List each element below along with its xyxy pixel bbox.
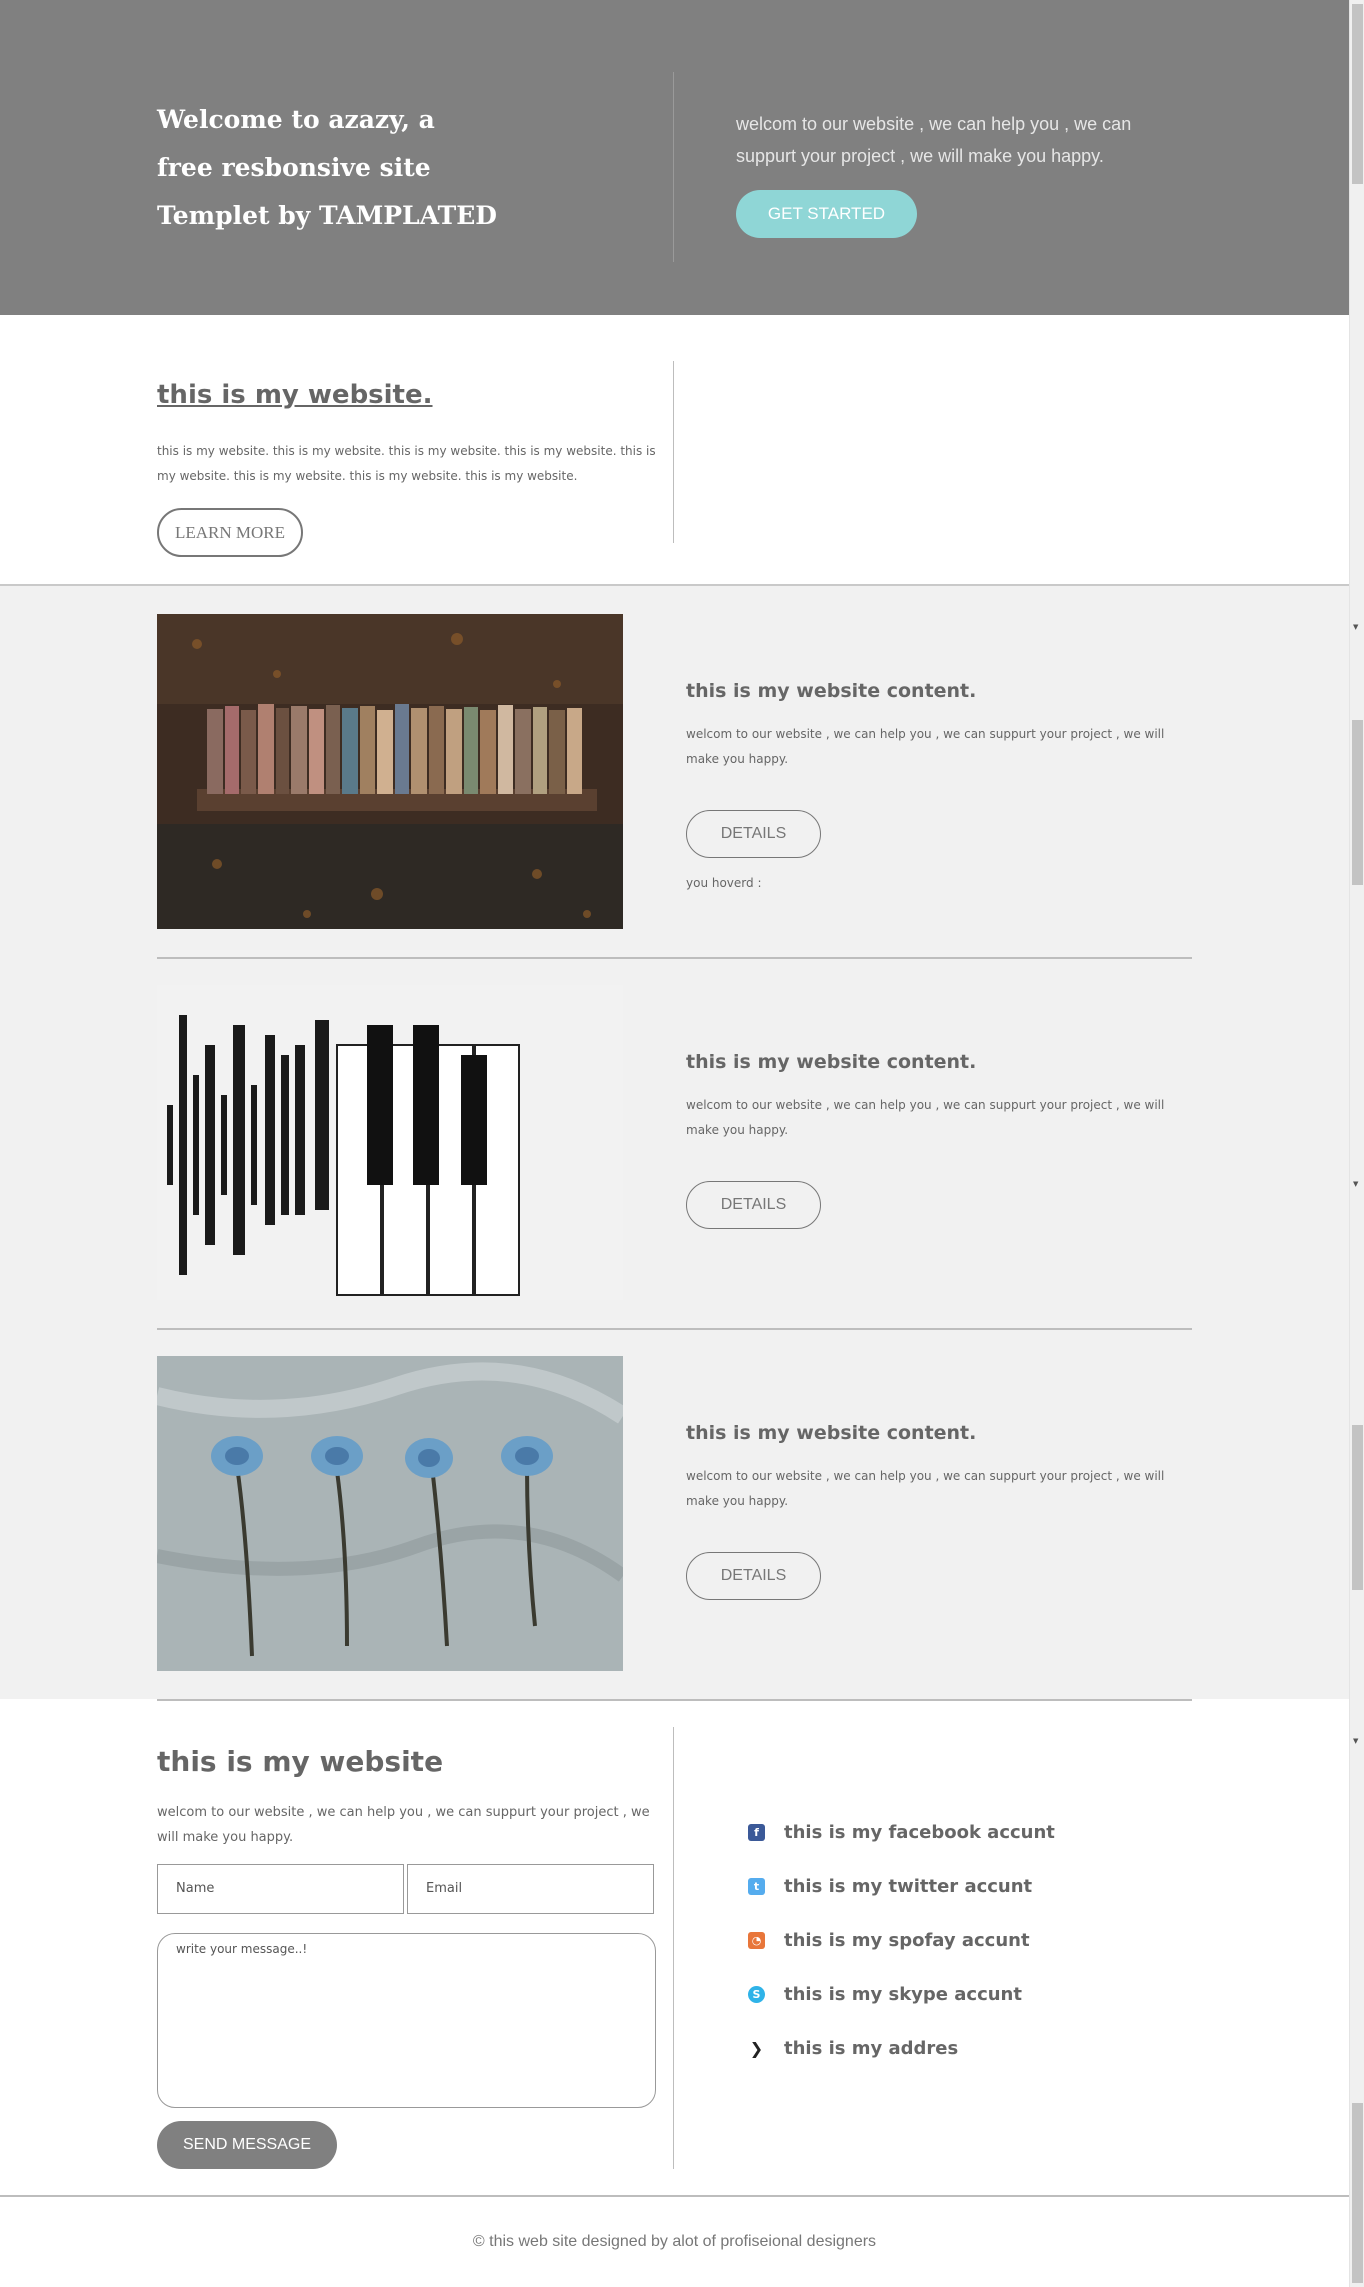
- scroll-down-arrow-icon[interactable]: ▼: [1353, 1180, 1358, 1188]
- contact-text: welcom to our website , we can help you …: [157, 1805, 650, 1845]
- social-label: this is my skype accunt: [784, 1984, 1022, 2005]
- address-link[interactable]: ❯ this is my addres: [748, 2036, 1148, 2066]
- intro-text: this is my website. this is my website. …: [157, 444, 656, 483]
- social-label: this is my addres: [784, 2038, 959, 2059]
- scrollbar-thumb[interactable]: [1352, 4, 1363, 184]
- item-title: this is my website content.: [686, 680, 977, 702]
- name-field[interactable]: Name: [157, 1864, 404, 1914]
- intro-title-link[interactable]: this is my website.: [157, 380, 433, 410]
- books-on-bench-image: [157, 614, 623, 929]
- social-twitter-link[interactable]: t this is my twitter accunt: [748, 1874, 1148, 1904]
- item-title: this is my website content.: [686, 1051, 977, 1073]
- skype-icon: S: [748, 1986, 765, 2003]
- soundwave-piano-image: [157, 985, 623, 1300]
- hero-banner: Welcome to azazy, a free resbonsive site…: [0, 0, 1349, 315]
- item-separator: [157, 1699, 1192, 1701]
- details-button[interactable]: DETAILS: [686, 1552, 821, 1600]
- social-label: this is my spofay accunt: [784, 1930, 1030, 1951]
- scroll-down-arrow-icon[interactable]: ▼: [1353, 1737, 1358, 1745]
- content-list: this is my website content. welcom to ou…: [0, 584, 1349, 1701]
- scroll-down-arrow-icon[interactable]: ▼: [1353, 623, 1358, 631]
- hero-divider: [673, 72, 674, 262]
- twitter-icon: t: [748, 1878, 765, 1895]
- item-separator: [157, 1328, 1192, 1330]
- chevron-right-icon: ❯: [749, 2039, 764, 2058]
- details-button[interactable]: DETAILS: [686, 810, 821, 858]
- hero-text: welcom to our website , we can help you …: [736, 114, 1132, 166]
- send-message-button[interactable]: SEND MESSAGE: [157, 2121, 337, 2169]
- hover-status-text: you hoverd :: [686, 876, 762, 890]
- social-skype-link[interactable]: S this is my skype accunt: [748, 1982, 1148, 2012]
- hero-title: Welcome to azazy, a free resbonsive site…: [157, 105, 497, 230]
- contact-title: this is my website: [157, 1745, 444, 1778]
- social-label: this is my facebook accunt: [784, 1822, 1055, 1843]
- item-text: welcom to our website , we can help you …: [686, 727, 1165, 766]
- item-title: this is my website content.: [686, 1422, 977, 1444]
- social-facebook-link[interactable]: f this is my facebook accunt: [748, 1820, 1148, 1850]
- email-field[interactable]: Email: [407, 1864, 654, 1914]
- item-separator: [157, 957, 1192, 959]
- intro-divider: [673, 361, 674, 543]
- learn-more-button[interactable]: LEARN MORE: [157, 508, 303, 557]
- message-textarea[interactable]: write your message..!: [157, 1933, 656, 2108]
- footer: © this web site designed by alot of prof…: [0, 2195, 1349, 2287]
- details-button[interactable]: DETAILS: [686, 1181, 821, 1229]
- rss-icon: ◔: [748, 1932, 765, 1949]
- item-text: welcom to our website , we can help you …: [686, 1098, 1165, 1137]
- scrollbar-thumb[interactable]: [1352, 2103, 1363, 2283]
- scrollbar-thumb[interactable]: [1352, 1425, 1363, 1590]
- social-spofay-link[interactable]: ◔ this is my spofay accunt: [748, 1928, 1148, 1958]
- social-label: this is my twitter accunt: [784, 1876, 1033, 1897]
- item-text: welcom to our website , we can help you …: [686, 1469, 1165, 1508]
- facebook-icon: f: [748, 1824, 765, 1841]
- get-started-button[interactable]: GET STARTED: [736, 190, 917, 238]
- blue-roses-image: [157, 1356, 623, 1671]
- page-scrollbar[interactable]: ▼ ▼ ▼: [1349, 0, 1364, 2287]
- scrollbar-thumb[interactable]: [1352, 720, 1363, 885]
- contact-divider: [673, 1727, 674, 2169]
- footer-copyright: © this web site designed by alot of prof…: [472, 2233, 877, 2250]
